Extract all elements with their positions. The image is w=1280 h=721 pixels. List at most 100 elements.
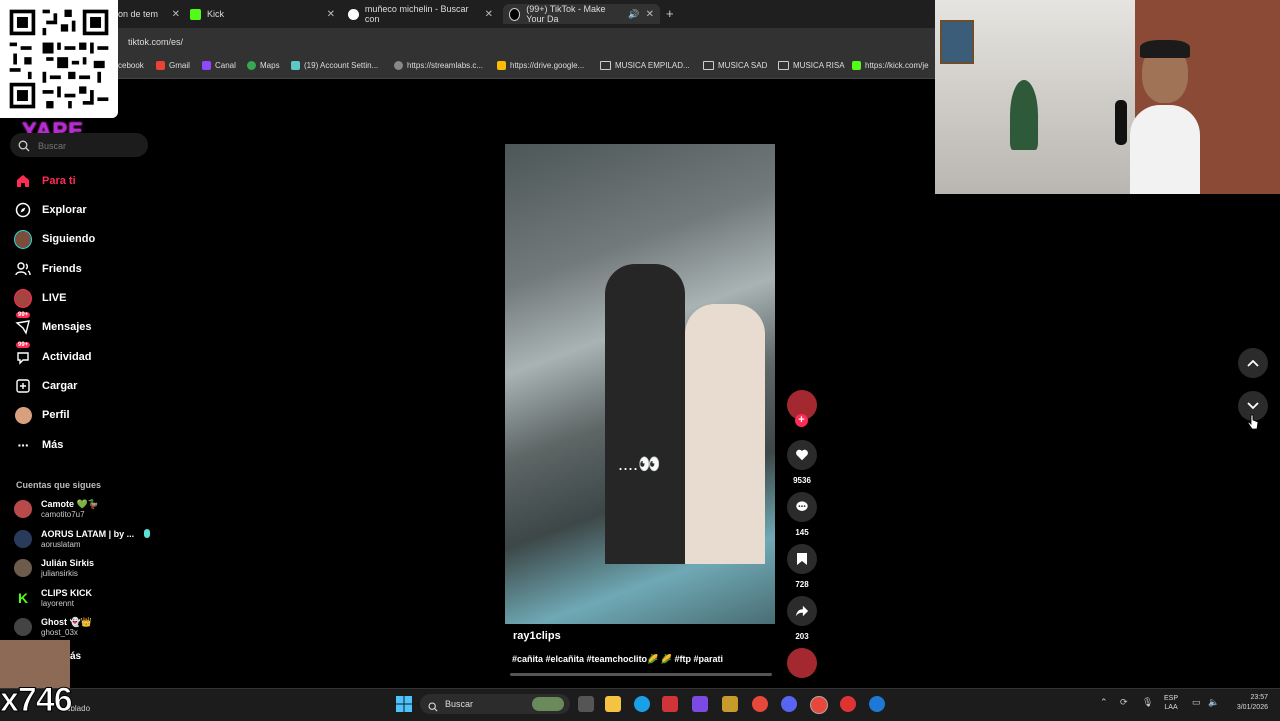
bookmark-canal[interactable]: Canal (202, 61, 236, 70)
like-button[interactable] (787, 440, 817, 470)
bookmark-drive[interactable]: https://drive.google... (497, 61, 584, 70)
chrome-icon[interactable] (752, 696, 768, 712)
previous-video-button[interactable] (1238, 348, 1268, 378)
close-icon[interactable]: ✕ (646, 9, 654, 20)
app-blue-icon[interactable] (869, 696, 885, 712)
bookmark-label: MUSICA EMPILAD... (615, 61, 690, 70)
bookmark-facebook[interactable]: cebook (118, 61, 144, 70)
bookmark-label: MUSICA RISA (793, 61, 845, 70)
app-icon[interactable] (840, 696, 856, 712)
live-indicator-icon (144, 529, 150, 538)
bookmark-streamlabs[interactable]: https://streamlabs.c... (394, 61, 483, 70)
following-account[interactable]: Julián Sirkis juliansirkis (14, 554, 94, 582)
url-field[interactable]: tiktok.com/es/ (128, 37, 183, 47)
new-tab-button[interactable]: + (666, 6, 674, 21)
following-account[interactable]: Ghost 👻👑 ghost_03x (14, 613, 92, 641)
nav-friends[interactable]: Friends (14, 258, 82, 280)
bookmark-account-settings[interactable]: (19) Account Settin... (291, 61, 378, 70)
bookmark-musica-sad[interactable]: MUSICA SAD (703, 61, 767, 70)
tab-1[interactable]: on de tem ✕ (118, 4, 180, 24)
following-account[interactable]: Camote 💚🦆 camotito7u7 (14, 495, 99, 523)
account-name: Julián Sirkis (41, 557, 95, 568)
webcam-microphone (1115, 100, 1127, 145)
language-code: ESP (1164, 695, 1179, 702)
microphone-icon[interactable]: 🎙 (1142, 697, 1153, 708)
file-explorer-icon[interactable] (605, 696, 621, 712)
tray-chevron-up-icon[interactable]: ⌃ (1100, 697, 1108, 708)
twitch-icon (202, 61, 211, 70)
video-hashtags[interactable]: #cañita #elcañita #teamchoclito🌽 🌽 #ftp … (512, 654, 723, 665)
share-count: 203 (795, 632, 809, 641)
taskbar-search-label: Buscar (445, 699, 474, 709)
webcam-christmas-tree (1010, 80, 1038, 150)
tab-kick[interactable]: Kick ✕ (190, 4, 335, 24)
bookmark-musica-risa[interactable]: MUSICA RISA (778, 61, 845, 70)
audio-icon[interactable]: 🔊 (628, 9, 639, 20)
discord-icon[interactable] (781, 696, 797, 712)
game-app-icon[interactable] (722, 696, 738, 712)
see-more-link[interactable]: ás (70, 651, 81, 662)
account-icon (291, 61, 300, 70)
close-icon[interactable]: ✕ (327, 9, 335, 20)
nav-para-ti[interactable]: Para ti (14, 170, 76, 192)
nav-actividad[interactable]: 99+ Actividad (14, 342, 92, 368)
bookmark-icon (797, 553, 807, 565)
tab-google-search[interactable]: muñeco michelin - Buscar con ✕ (348, 4, 493, 24)
video-progress-bar[interactable] (510, 673, 772, 676)
globe-icon (394, 61, 403, 70)
notification-badge: 99+ (16, 312, 31, 318)
live-icon (14, 288, 32, 308)
nav-mas[interactable]: ··· Más (14, 434, 64, 456)
network-icon[interactable]: ⟳ (1120, 697, 1128, 708)
avatar (14, 559, 32, 577)
display-icon[interactable]: ▭ (1192, 697, 1201, 708)
nav-label: Más (42, 439, 64, 451)
clock[interactable]: 23:57 3/01/2026 (1224, 693, 1268, 713)
bookmark-label: cebook (118, 61, 144, 70)
close-icon[interactable]: ✕ (485, 9, 493, 20)
maps-icon (247, 61, 256, 70)
follow-plus-icon[interactable]: + (795, 414, 808, 427)
bookmark-label: MUSICA SAD (718, 61, 768, 70)
bookmark-musica-empilad[interactable]: MUSICA EMPILAD... (600, 61, 690, 70)
account-username: ghost_03x (41, 627, 78, 637)
video-author[interactable]: ray1clips (513, 630, 561, 642)
account-username: layorennt (41, 598, 74, 608)
nav-live[interactable]: LIVE (14, 287, 66, 309)
nav-label: Para ti (42, 175, 76, 187)
language-layout: LAA (1164, 704, 1178, 711)
nav-mensajes[interactable]: 99+ Mensajes (14, 312, 92, 338)
save-button[interactable] (787, 544, 817, 574)
video-player[interactable]: ....👀 (505, 144, 775, 624)
comment-button[interactable] (787, 492, 817, 522)
music-disc-icon[interactable] (787, 648, 817, 678)
bookmark-kick[interactable]: https://kick.com/je (852, 61, 929, 70)
nav-cargar[interactable]: Cargar (14, 375, 77, 397)
more-icon: ··· (17, 437, 30, 453)
windows-start-icon[interactable] (396, 696, 412, 712)
webcam-picture-frame (940, 20, 974, 64)
share-button[interactable] (787, 596, 817, 626)
following-account[interactable]: AORUS LATAM | by ... aoruslatam (14, 525, 134, 553)
volume-icon[interactable]: 🔈 (1208, 697, 1219, 708)
bookmark-gmail[interactable]: Gmail (156, 61, 190, 70)
task-view-icon[interactable] (578, 696, 594, 712)
edge-icon[interactable] (634, 696, 650, 712)
snipping-tool-icon[interactable] (662, 696, 678, 712)
nav-siguiendo[interactable]: Siguiendo (14, 228, 95, 250)
nav-explorar[interactable]: Explorar (14, 199, 87, 221)
nav-perfil[interactable]: Perfil (14, 404, 70, 426)
webcam-overlay (935, 0, 1280, 194)
tab-tiktok[interactable]: (99+) TikTok - Make Your Da 🔊 ✕ (503, 4, 660, 24)
search-input[interactable] (36, 140, 140, 152)
following-account[interactable]: K CLIPS KICK layorennt (14, 584, 92, 612)
comment-icon (796, 501, 808, 511)
chrome-active-icon[interactable] (810, 696, 828, 714)
bookmark-maps[interactable]: Maps (247, 61, 280, 70)
language-indicator[interactable]: ESP LAA (1164, 694, 1178, 712)
folder-icon (778, 61, 789, 70)
copilot-icon[interactable] (692, 696, 708, 712)
close-icon[interactable]: ✕ (172, 9, 180, 20)
tiktok-favicon-icon (509, 7, 521, 21)
save-count: 728 (795, 580, 809, 589)
